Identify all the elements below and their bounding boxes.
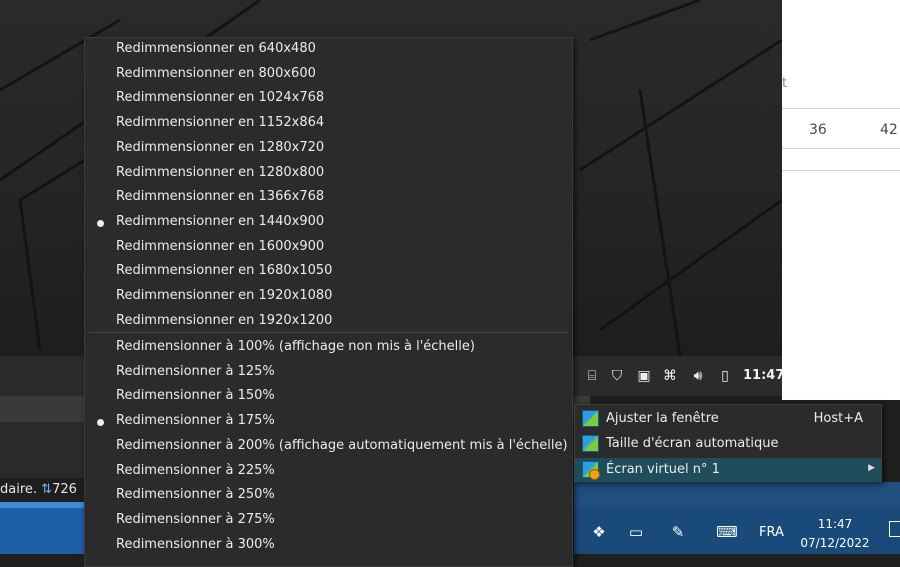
menu-item-label: Redimensionner à 200% (affichage automat…: [116, 437, 568, 453]
menu-item-label: Redimensionner à 100% (affichage non mis…: [116, 339, 475, 354]
menu-item-res-8[interactable]: Redimmensionner en 1600x900: [85, 236, 572, 260]
resize-context-menu: Redimmensionner en 640x480 Redimmensionne…: [84, 37, 573, 567]
menu-item-label: Redimensionner à 300%: [116, 536, 275, 552]
menu-item-res-6[interactable]: Redimmensionner en 1366x768: [85, 186, 572, 210]
battery-icon[interactable]: ▯: [716, 367, 734, 385]
table-divider-extra: [782, 170, 900, 171]
menu-item-scale-4[interactable]: Redimensionner à 200% (affichage automat…: [85, 435, 572, 459]
menu-item-label: Redimensionner à 225%: [116, 462, 275, 478]
selected-bullet-icon: [97, 219, 104, 227]
network-icon[interactable]: ⌘: [661, 367, 679, 385]
host-date: 07/12/2022: [800, 536, 870, 550]
auto-resize-icon: [582, 435, 599, 452]
menu-item-label: Redimmensionner en 1680x1050: [116, 263, 333, 279]
table-cell-2: 42: [880, 122, 898, 138]
left-status: daire. ⇅726: [0, 482, 77, 497]
menu-item-res-11[interactable]: Redimmensionner en 1920x1200: [85, 310, 572, 334]
dropbox-icon[interactable]: ❖: [588, 521, 610, 543]
menu-item-virtual-screen[interactable]: Écran virtuel n° 1 ▶: [575, 458, 881, 482]
submenu-arrow-icon: ▶: [868, 463, 875, 473]
menu-item-scale-2[interactable]: Redimensionner à 150%: [85, 385, 572, 409]
shield-icon[interactable]: ⛉: [608, 367, 626, 385]
menu-item-label: Redimmensionner en 1152x864: [116, 115, 325, 131]
host-time: 11:47: [817, 517, 853, 531]
menu-item-scale-5[interactable]: Redimensionner à 225%: [85, 460, 572, 484]
selected-bullet-icon: [97, 419, 104, 427]
menu-item-label: Redimmensionner en 1920x1080: [116, 288, 333, 303]
menu-item-label: Redimensionner à 275%: [116, 511, 275, 527]
menu-separator: [89, 332, 568, 333]
menu-item-scale-3[interactable]: Redimensionner à 175%: [85, 410, 572, 434]
table-cell-1: 36: [809, 122, 827, 138]
menu-item-res-2[interactable]: Redimmensionner en 1024x768: [85, 87, 572, 111]
menu-item-label: Redimmensionner en 1366x768: [116, 189, 325, 205]
clipboard-icon[interactable]: ⌸: [583, 367, 601, 385]
menu-item-label: Redimmensionner en 1920x1200: [116, 312, 333, 328]
left-status-text: daire.: [0, 482, 38, 497]
menu-item-label: Redimmensionner en 800x600: [116, 65, 316, 81]
usb-device-icon[interactable]: ▭: [625, 521, 647, 543]
menu-item-res-3[interactable]: Redimmensionner en 1152x864: [85, 112, 572, 136]
menu-item-res-0[interactable]: Redimmensionner en 640x480: [85, 38, 572, 62]
virtual-screen-icon: [582, 461, 600, 480]
menu-item-scale-6[interactable]: Redimensionner à 250%: [85, 484, 572, 508]
partial-text: t: [782, 76, 788, 91]
pen-icon[interactable]: ✎: [667, 521, 689, 543]
volume-icon[interactable]: 🔊︎: [689, 367, 707, 385]
menu-item-auto-resize[interactable]: Taille d'écran automatique: [575, 432, 881, 456]
menu-item-res-9[interactable]: Redimmensionner en 1680x1050: [85, 260, 572, 284]
gear-icon: [589, 469, 600, 480]
host-language[interactable]: FRA: [759, 525, 784, 540]
menu-item-res-4[interactable]: Redimmensionner en 1280x720: [85, 137, 572, 161]
menu-item-label: Redimmensionner en 640x480: [116, 41, 316, 56]
menu-item-label: Redimmensionner en 1280x720: [116, 139, 325, 155]
menu-item-scale-1[interactable]: Redimensionner à 125%: [85, 361, 572, 385]
menu-item-scale-7[interactable]: Redimensionner à 275%: [85, 509, 572, 533]
table-divider-top: [782, 108, 900, 109]
screen-icon[interactable]: ▣: [635, 367, 653, 385]
notification-icon[interactable]: [889, 521, 900, 537]
menu-item-label: Ajuster la fenêtre: [606, 411, 719, 426]
guest-clock[interactable]: 11:47: [743, 368, 784, 383]
menu-item-label: Redimensionner à 250%: [116, 487, 275, 503]
menu-item-label: Redimensionner à 150%: [116, 388, 275, 404]
host-clock[interactable]: 11:47 07/12/2022: [800, 515, 870, 553]
keyboard-icon[interactable]: ⌨: [713, 521, 741, 543]
host-status-bar: [574, 482, 900, 508]
host-app-window: t 36 42: [782, 0, 900, 400]
fit-window-icon: [582, 410, 599, 427]
transfer-icon: ⇅: [41, 482, 53, 497]
virtualbox-view-menu: Ajuster la fenêtre Host+A Taille d'écran…: [574, 404, 882, 482]
menu-item-label: Redimmensionner en 1280x800: [116, 164, 325, 180]
table-divider-bottom: [782, 148, 900, 149]
menu-item-res-1[interactable]: Redimmensionner en 800x600: [85, 63, 572, 87]
menu-item-shortcut: Host+A: [813, 411, 863, 426]
menu-item-label: Redimmensionner en 1024x768: [116, 90, 325, 106]
menu-item-label: Redimensionner à 125%: [116, 363, 275, 379]
left-status-count: 726: [52, 482, 77, 497]
menu-item-res-10[interactable]: Redimmensionner en 1920x1080: [85, 285, 572, 309]
menu-item-res-5[interactable]: Redimmensionner en 1280x800: [85, 162, 572, 186]
menu-item-label: Redimmensionner en 1600x900: [116, 238, 325, 254]
menu-item-scale-0[interactable]: Redimensionner à 100% (affichage non mis…: [85, 336, 572, 360]
menu-item-label: Taille d'écran automatique: [606, 436, 779, 451]
menu-item-fit-window[interactable]: Ajuster la fenêtre Host+A: [575, 407, 881, 431]
menu-item-res-7[interactable]: Redimmensionner en 1440x900: [85, 211, 572, 235]
menu-item-label: Redimmensionner en 1440x900: [116, 213, 325, 229]
guest-taskbar: [0, 508, 84, 554]
menu-item-label: Redimensionner à 175%: [116, 413, 275, 429]
menu-item-label: Écran virtuel n° 1: [606, 462, 720, 477]
